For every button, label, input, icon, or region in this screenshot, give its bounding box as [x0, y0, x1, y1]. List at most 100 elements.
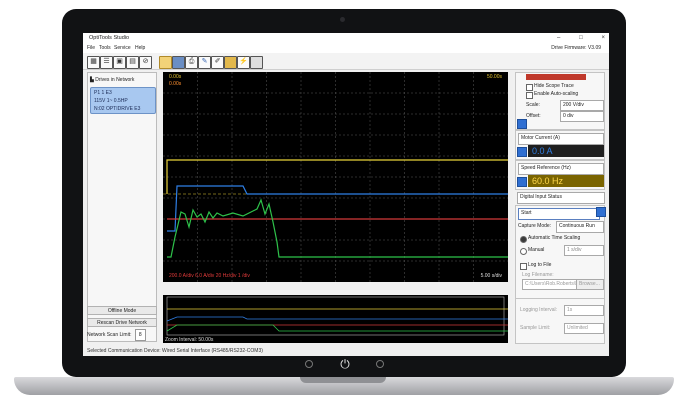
- motor-current-color-button[interactable]: [517, 147, 527, 157]
- edit-icon[interactable]: ✐: [211, 56, 224, 69]
- scope-view[interactable]: 0.00s 0.00s 50.00s 200.0 A/div 6.0 A/div…: [163, 72, 508, 282]
- menu-tools[interactable]: Tools: [99, 44, 111, 53]
- app-window: OptiTools Studio – □ × File Tools Servic…: [83, 33, 609, 356]
- trace-green: [167, 198, 508, 258]
- scan-limit-row: Network Scan Limit: 8: [87, 329, 157, 341]
- window-title: OptiTools Studio: [89, 35, 130, 41]
- auto-time-scaling-radio[interactable]: [520, 236, 527, 243]
- maximize-button[interactable]: □: [579, 33, 583, 44]
- window-controls: – □ ×: [557, 33, 605, 44]
- channel-settings-box: Hide Scope Trace Enable Auto-scaling Sca…: [515, 72, 605, 130]
- drive-line-2: 115V 1~ 0.5HP: [94, 98, 128, 104]
- menu-help[interactable]: Help: [135, 44, 145, 53]
- menu-file[interactable]: File: [87, 44, 95, 53]
- volume-up-icon: [376, 360, 384, 368]
- sample-limit-label: Sample Limit:: [520, 325, 551, 331]
- webcam-icon: [340, 17, 345, 22]
- digital-input-select[interactable]: Digital Input Status: [517, 192, 605, 204]
- zoom-overview[interactable]: Zoom Interval: 50.00s: [163, 295, 508, 343]
- chart-icon[interactable]: ▤: [126, 56, 139, 69]
- monitor-icon[interactable]: ▣: [113, 56, 126, 69]
- speed-reference-color-button[interactable]: [517, 177, 527, 187]
- hide-trace-label: Hide Scope Trace: [534, 83, 574, 89]
- laptop-base-notch: [300, 377, 386, 383]
- drives-header-label: Drives in Network: [95, 77, 135, 83]
- overview-traces: [166, 296, 508, 336]
- log-to-file-checkbox[interactable]: [520, 263, 527, 270]
- logging-interval-label: Logging Interval:: [520, 307, 557, 313]
- volume-down-icon: [305, 360, 313, 368]
- scope-traces: [163, 72, 508, 282]
- capture-settings-box: Start Capture Mode: Continuous Run Autom…: [515, 205, 606, 299]
- rescan-network-button[interactable]: Rescan Drive Network: [87, 318, 157, 327]
- manual-time-label: Manual: [528, 247, 545, 253]
- scope-legend: 200.0 A/div 6.0 A/div 20 Hz/div 1 /div: [169, 273, 250, 279]
- scale-input[interactable]: 200 V/div: [560, 100, 604, 111]
- speed-reference-select[interactable]: Speed Reference (Hz): [518, 163, 604, 175]
- manual-time-input[interactable]: 1 s/div: [564, 245, 604, 256]
- drives-panel: ▙ Drives in Network P1 1 E3 115V 1~ 0.5H…: [87, 72, 157, 342]
- minimize-button[interactable]: –: [557, 33, 560, 44]
- log-filename-label: Log Filename:: [522, 272, 554, 278]
- scope-grid: [163, 72, 508, 282]
- auto-time-scaling-label: Automatic Time Scaling: [528, 235, 581, 241]
- flash-icon[interactable]: ⚡: [237, 56, 250, 69]
- motor-current-box: Motor Current (A) 0.0 A: [515, 130, 605, 160]
- scale-label: Scale:: [526, 102, 540, 108]
- motor-current-readout: 0.0 A: [528, 145, 604, 157]
- folder-icon[interactable]: [159, 56, 172, 69]
- power-icon: ⏻: [340, 357, 350, 371]
- capture-mode-label: Capture Mode:: [518, 223, 552, 229]
- motor-current-select[interactable]: Motor Current (A): [518, 133, 604, 145]
- auto-scaling-label: Enable Auto-scaling: [534, 91, 579, 97]
- channel-color-swatch: [526, 74, 586, 80]
- firmware-version: Drive Firmware: V3.09: [551, 45, 601, 51]
- scan-limit-label: Network Scan Limit:: [87, 332, 132, 338]
- list-icon[interactable]: ☰: [100, 56, 113, 69]
- close-button[interactable]: ×: [601, 33, 605, 44]
- sample-limit-select[interactable]: Unlimited: [564, 323, 604, 334]
- speed-reference-box: Speed Reference (Hz) 60.0 Hz: [515, 160, 605, 190]
- offline-mode-button[interactable]: Offline Mode: [87, 306, 157, 315]
- log-filename-input[interactable]: C:\Users\Rob.Roberts\D: [522, 279, 578, 290]
- grid-icon[interactable]: ▦: [87, 56, 100, 69]
- drives-header: ▙ Drives in Network: [90, 75, 156, 85]
- key-icon[interactable]: [250, 56, 263, 69]
- capture-mode-select[interactable]: Continuous Run: [556, 221, 604, 233]
- logging-interval-select[interactable]: 1s: [564, 305, 604, 316]
- speed-reference-readout: 60.0 Hz: [528, 175, 604, 187]
- wrench-icon[interactable]: ✎: [198, 56, 211, 69]
- auto-scaling-checkbox[interactable]: [526, 92, 533, 99]
- title-bar: OptiTools Studio – □ ×: [83, 33, 609, 44]
- scope-time-1: 0.00s: [169, 74, 182, 80]
- menu-bar: File Tools Service Help Drive Firmware: …: [83, 44, 609, 53]
- browse-button[interactable]: Browse...: [576, 279, 604, 290]
- print-icon[interactable]: ⎙: [185, 56, 198, 69]
- scan-limit-select[interactable]: 8: [134, 329, 146, 341]
- manual-time-radio[interactable]: [520, 248, 527, 255]
- start-dropdown-icon[interactable]: [596, 207, 606, 217]
- logging-settings-box: Logging Interval: 1s Sample Limit: Unlim…: [515, 298, 605, 344]
- scope-time-per-div: 5.00 s/div: [480, 273, 502, 279]
- zoom-interval-label: Zoom Interval: 50.00s: [165, 337, 214, 343]
- offset-input[interactable]: 0 div: [560, 111, 604, 122]
- zoom-window: [166, 296, 505, 336]
- toolbar: ▦ ☰ ▣ ▤ ⊘ ⎙ ✎ ✐ ⚡: [83, 53, 609, 70]
- scope-time-end: 50.00s: [486, 74, 502, 80]
- log-to-file-label: Log to File: [528, 262, 552, 268]
- trace-blue: [167, 185, 508, 232]
- drive-line-1: P1 1 E3: [94, 90, 112, 96]
- offset-label: Offset:: [526, 113, 541, 119]
- save-icon[interactable]: [172, 56, 185, 69]
- scope-time-2: 0.00s: [169, 81, 182, 87]
- menu-service[interactable]: Service: [114, 44, 131, 53]
- start-button[interactable]: Start: [518, 208, 600, 220]
- drive-item[interactable]: P1 1 E3 115V 1~ 0.5HP N:02 OPTIDRIVE E3: [90, 87, 156, 114]
- hide-trace-checkbox[interactable]: [526, 84, 533, 91]
- status-bar: Selected Communication Device: Wired Ser…: [83, 346, 609, 356]
- no-icon[interactable]: ⊘: [139, 56, 152, 69]
- drive-line-3: N:02 OPTIDRIVE E3: [94, 106, 141, 112]
- scope-settings-panel: Hide Scope Trace Enable Auto-scaling Sca…: [513, 72, 606, 344]
- channel-color-button[interactable]: [517, 119, 527, 129]
- parameters-icon[interactable]: [224, 56, 237, 69]
